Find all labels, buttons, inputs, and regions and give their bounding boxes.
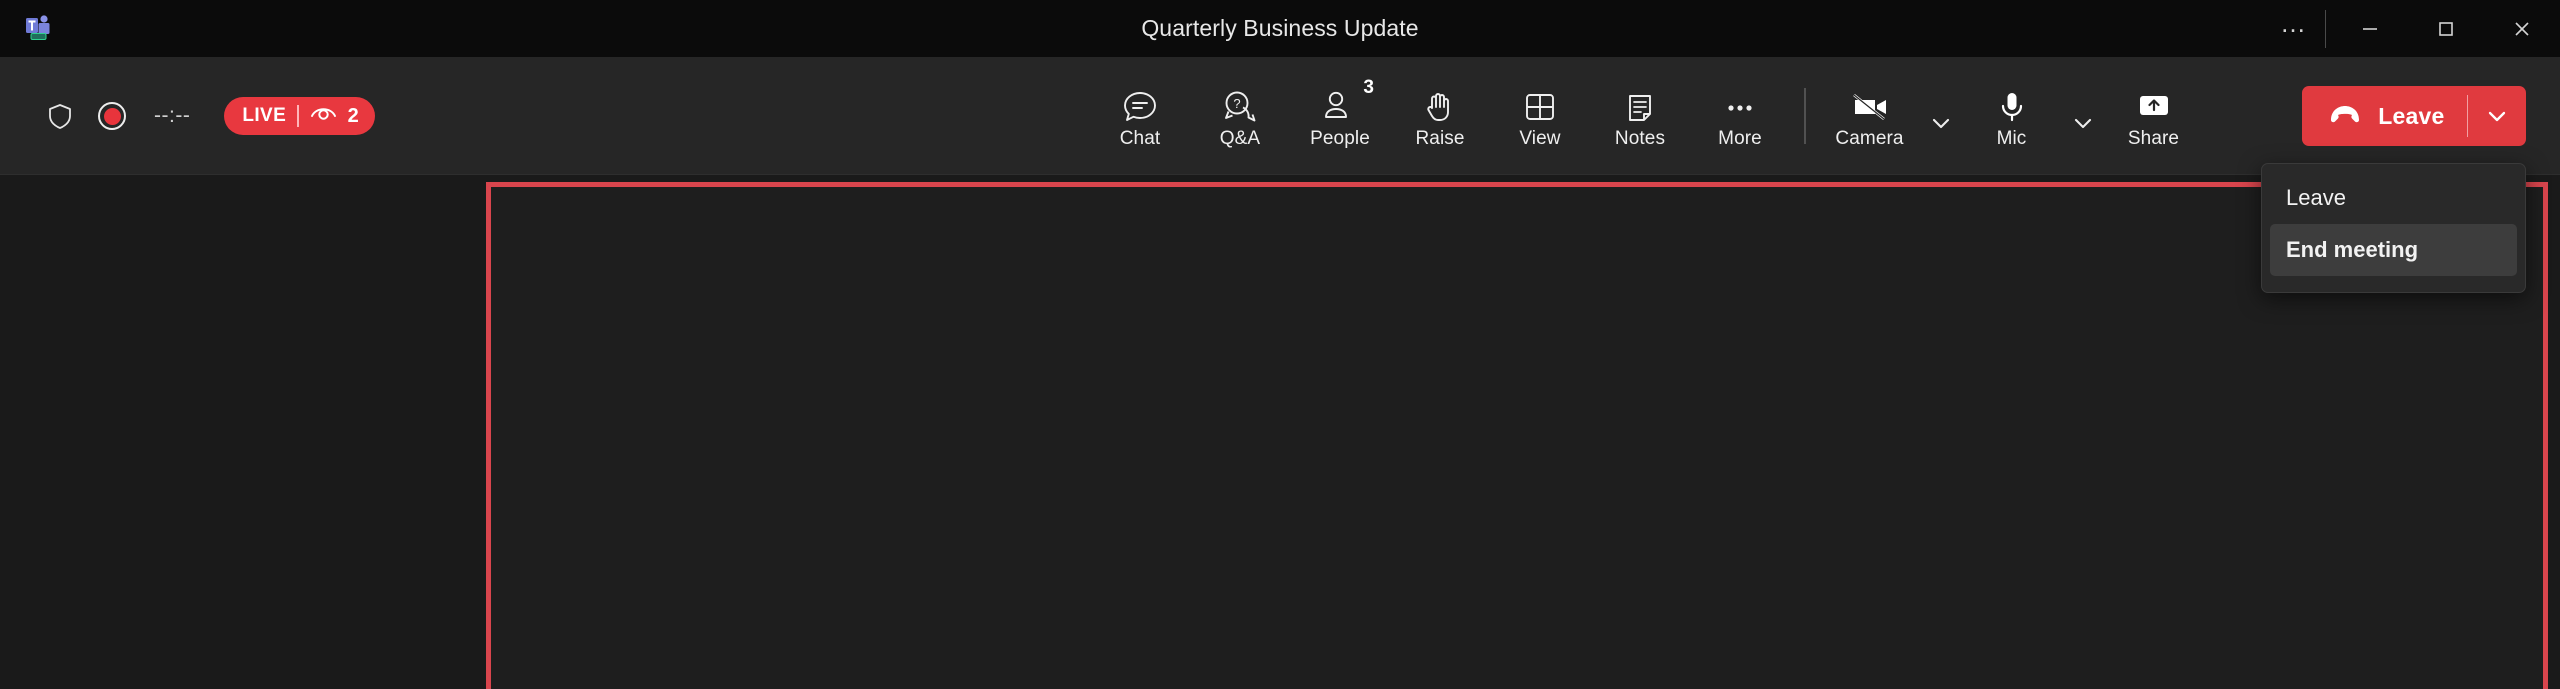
leave-button-label: Leave: [2378, 102, 2445, 129]
title-bar: Quarterly Business Update …: [0, 0, 2560, 57]
more-label: More: [1718, 128, 1762, 149]
eye-icon: [310, 104, 337, 128]
qa-label: Q&A: [1219, 128, 1261, 149]
qa-icon: ?: [1221, 82, 1259, 126]
meeting-toolbar: --:-- LIVE 2 Chat ? Q&A 3 People Raise V…: [0, 57, 2560, 175]
live-label: LIVE: [242, 105, 287, 126]
view-label: View: [1519, 128, 1561, 149]
screen-share-frame: [486, 182, 2548, 689]
svg-text:?: ?: [1233, 96, 1240, 111]
meeting-stage: [0, 176, 2560, 689]
people-label: People: [1310, 128, 1370, 149]
leave-dropdown-menu: Leave End meeting: [2261, 163, 2526, 293]
close-button[interactable]: [2484, 0, 2560, 57]
people-count-badge: 3: [1363, 77, 1374, 98]
share-button[interactable]: Share: [2104, 65, 2204, 167]
raise-hand-icon: [1421, 82, 1459, 126]
live-badge: LIVE 2: [224, 97, 375, 135]
leave-options-chevron-down-icon[interactable]: [2468, 86, 2526, 146]
chat-button[interactable]: Chat: [1090, 65, 1190, 167]
view-grid-icon: [1521, 82, 1559, 126]
more-dots-icon: [1721, 82, 1759, 126]
raise-label: Raise: [1415, 128, 1465, 149]
mic-icon: [1993, 82, 2031, 126]
mic-button[interactable]: Mic: [1962, 65, 2062, 167]
titlebar-more-icon[interactable]: …: [2265, 0, 2323, 57]
people-icon: [1321, 82, 1359, 126]
camera-label: Camera: [1835, 128, 1904, 149]
minimize-button[interactable]: [2332, 0, 2408, 57]
mic-label: Mic: [1996, 128, 2027, 149]
maximize-button[interactable]: [2408, 0, 2484, 57]
leave-button[interactable]: Leave: [2302, 86, 2466, 146]
raise-hand-button[interactable]: Raise: [1390, 65, 1490, 167]
people-button[interactable]: 3 People: [1290, 65, 1390, 167]
meeting-timer: --:--: [154, 104, 191, 127]
live-viewer-count: 2: [347, 104, 359, 127]
toolbar-divider: [1804, 88, 1806, 144]
hangup-icon: [2328, 103, 2362, 130]
window-controls: …: [2265, 0, 2560, 57]
more-button[interactable]: More: [1690, 65, 1790, 167]
chat-icon: [1121, 82, 1159, 126]
record-indicator-icon[interactable]: [86, 90, 138, 142]
shield-icon[interactable]: [34, 90, 86, 142]
leave-button-group: Leave: [2302, 86, 2526, 146]
menu-item-end-meeting[interactable]: End meeting: [2270, 224, 2517, 276]
camera-off-icon: [1849, 82, 1891, 126]
notes-label: Notes: [1614, 128, 1666, 149]
titlebar-divider: [2325, 9, 2326, 48]
share-label: Share: [2127, 128, 2180, 149]
mic-options-chevron-down-icon[interactable]: [2062, 92, 2104, 154]
live-divider: [297, 105, 299, 127]
camera-options-chevron-down-icon[interactable]: [1920, 92, 1962, 154]
view-button[interactable]: View: [1490, 65, 1590, 167]
share-screen-icon: [2134, 82, 2174, 126]
qa-button[interactable]: ? Q&A: [1190, 65, 1290, 167]
toolbar-actions: Chat ? Q&A 3 People Raise View Notes Mor…: [1090, 57, 2204, 175]
toolbar-left-group: --:-- LIVE 2: [34, 57, 375, 175]
chat-label: Chat: [1119, 128, 1161, 149]
page-title: Quarterly Business Update: [1141, 15, 1419, 41]
notes-button[interactable]: Notes: [1590, 65, 1690, 167]
notes-icon: [1621, 82, 1659, 126]
menu-item-leave[interactable]: Leave: [2270, 172, 2517, 224]
camera-button[interactable]: Camera: [1820, 65, 1920, 167]
